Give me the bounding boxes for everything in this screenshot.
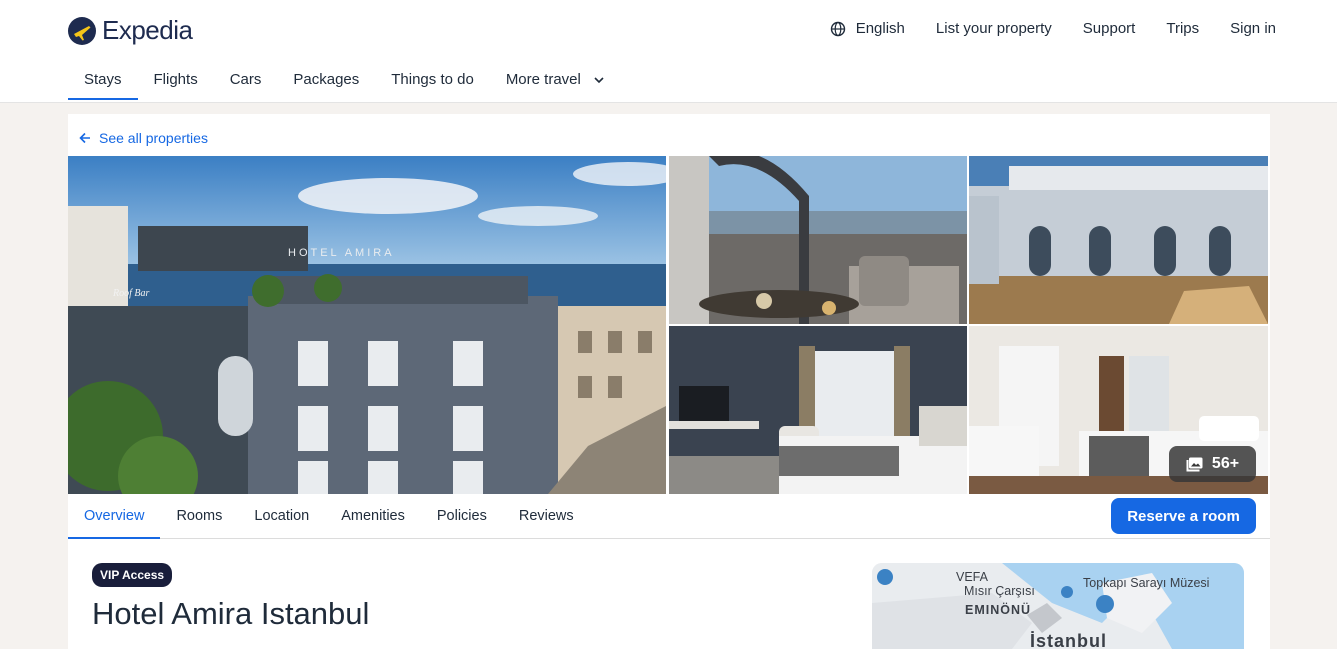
property-card: See all properties HOTEL AMIRA Roof Bar … [68, 114, 1270, 649]
nav-packages-label: Packages [293, 71, 360, 88]
nav-cars-label: Cars [229, 71, 262, 88]
list-property-link[interactable]: List your property [936, 20, 1052, 37]
language-label: English [855, 20, 905, 37]
photo-room-desk[interactable] [669, 326, 967, 494]
map-label-eminonu: EMINÖNÜ [965, 603, 1032, 617]
hotel-sign-text: HOTEL AMIRA [288, 247, 395, 259]
tab-policies[interactable]: Policies [421, 494, 503, 538]
trips-link[interactable]: Trips [1166, 20, 1199, 37]
tab-amenities[interactable]: Amenities [325, 494, 421, 538]
map-label-topkapi: Topkapı Sarayı Müzesi [1083, 576, 1210, 590]
sign-in-link[interactable]: Sign in [1230, 20, 1276, 37]
nav-things-to-do[interactable]: Things to do [375, 62, 490, 100]
nav-cars[interactable]: Cars [214, 62, 278, 100]
tab-rooms-label: Rooms [176, 508, 223, 524]
arrow-left-icon [79, 132, 90, 144]
photo-count-button[interactable]: 56+ [1169, 446, 1256, 482]
property-tabs: Overview Rooms Location Amenities Polici… [68, 494, 1270, 539]
vip-access-badge: VIP Access [92, 563, 173, 587]
tab-reviews-label: Reviews [518, 508, 574, 524]
photo-count-label: 56+ [1211, 455, 1240, 472]
tab-rooms[interactable]: Rooms [160, 494, 238, 538]
plane-logo-icon [68, 16, 96, 45]
tab-overview[interactable]: Overview [68, 494, 161, 539]
hotel-title: Hotel Amira Istanbul [92, 596, 370, 631]
nav-flights[interactable]: Flights [138, 62, 214, 100]
tab-policies-label: Policies [436, 508, 487, 524]
tab-overview-label: Overview [84, 508, 145, 524]
nav-stays[interactable]: Stays [68, 62, 138, 100]
map-label-vefa: VEFA [956, 570, 988, 584]
tab-location[interactable]: Location [238, 494, 325, 538]
language-selector[interactable]: English [830, 20, 905, 37]
map-label-istanbul: İstanbul [1030, 631, 1108, 649]
expedia-logo[interactable]: Expedia [68, 15, 193, 46]
main-nav: Stays Flights Cars Packages Things to do… [68, 62, 621, 100]
nav-things-to-do-label: Things to do [391, 71, 474, 88]
brand-name: Expedia [102, 15, 193, 45]
nav-stays-label: Stays [84, 71, 122, 88]
photos-icon [1186, 457, 1203, 471]
see-all-properties-link[interactable]: See all properties [78, 130, 208, 146]
tab-amenities-label: Amenities [341, 508, 405, 524]
tab-location-label: Location [254, 508, 310, 524]
see-all-properties-label: See all properties [99, 130, 208, 146]
globe-icon [830, 21, 845, 36]
nav-more-travel[interactable]: More travel [490, 62, 621, 100]
location-map[interactable]: VEFA Mısır Çarşısı Topkapı Sarayı Müzesi… [872, 563, 1244, 649]
main-photo-hotel-exterior[interactable]: HOTEL AMIRA Roof Bar [68, 156, 666, 494]
nav-packages[interactable]: Packages [277, 62, 375, 100]
photo-facade-detail[interactable] [969, 156, 1268, 324]
utility-links: English List your property Support Trips… [830, 20, 1276, 37]
nav-more-travel-label: More travel [505, 71, 581, 88]
roof-bar-sign-text: Roof Bar [112, 288, 149, 299]
photo-gallery: HOTEL AMIRA Roof Bar 56+ [68, 156, 1270, 494]
reserve-room-button[interactable]: Reserve a room [1111, 498, 1256, 534]
chevron-down-icon [594, 76, 604, 83]
site-header: Expedia English List your property Suppo… [0, 0, 1337, 103]
tab-reviews[interactable]: Reviews [503, 494, 590, 538]
photo-terrace[interactable] [669, 156, 967, 324]
support-link[interactable]: Support [1083, 20, 1136, 37]
map-label-misir: Mısır Çarşısı [964, 584, 1035, 598]
nav-flights-label: Flights [153, 71, 198, 88]
